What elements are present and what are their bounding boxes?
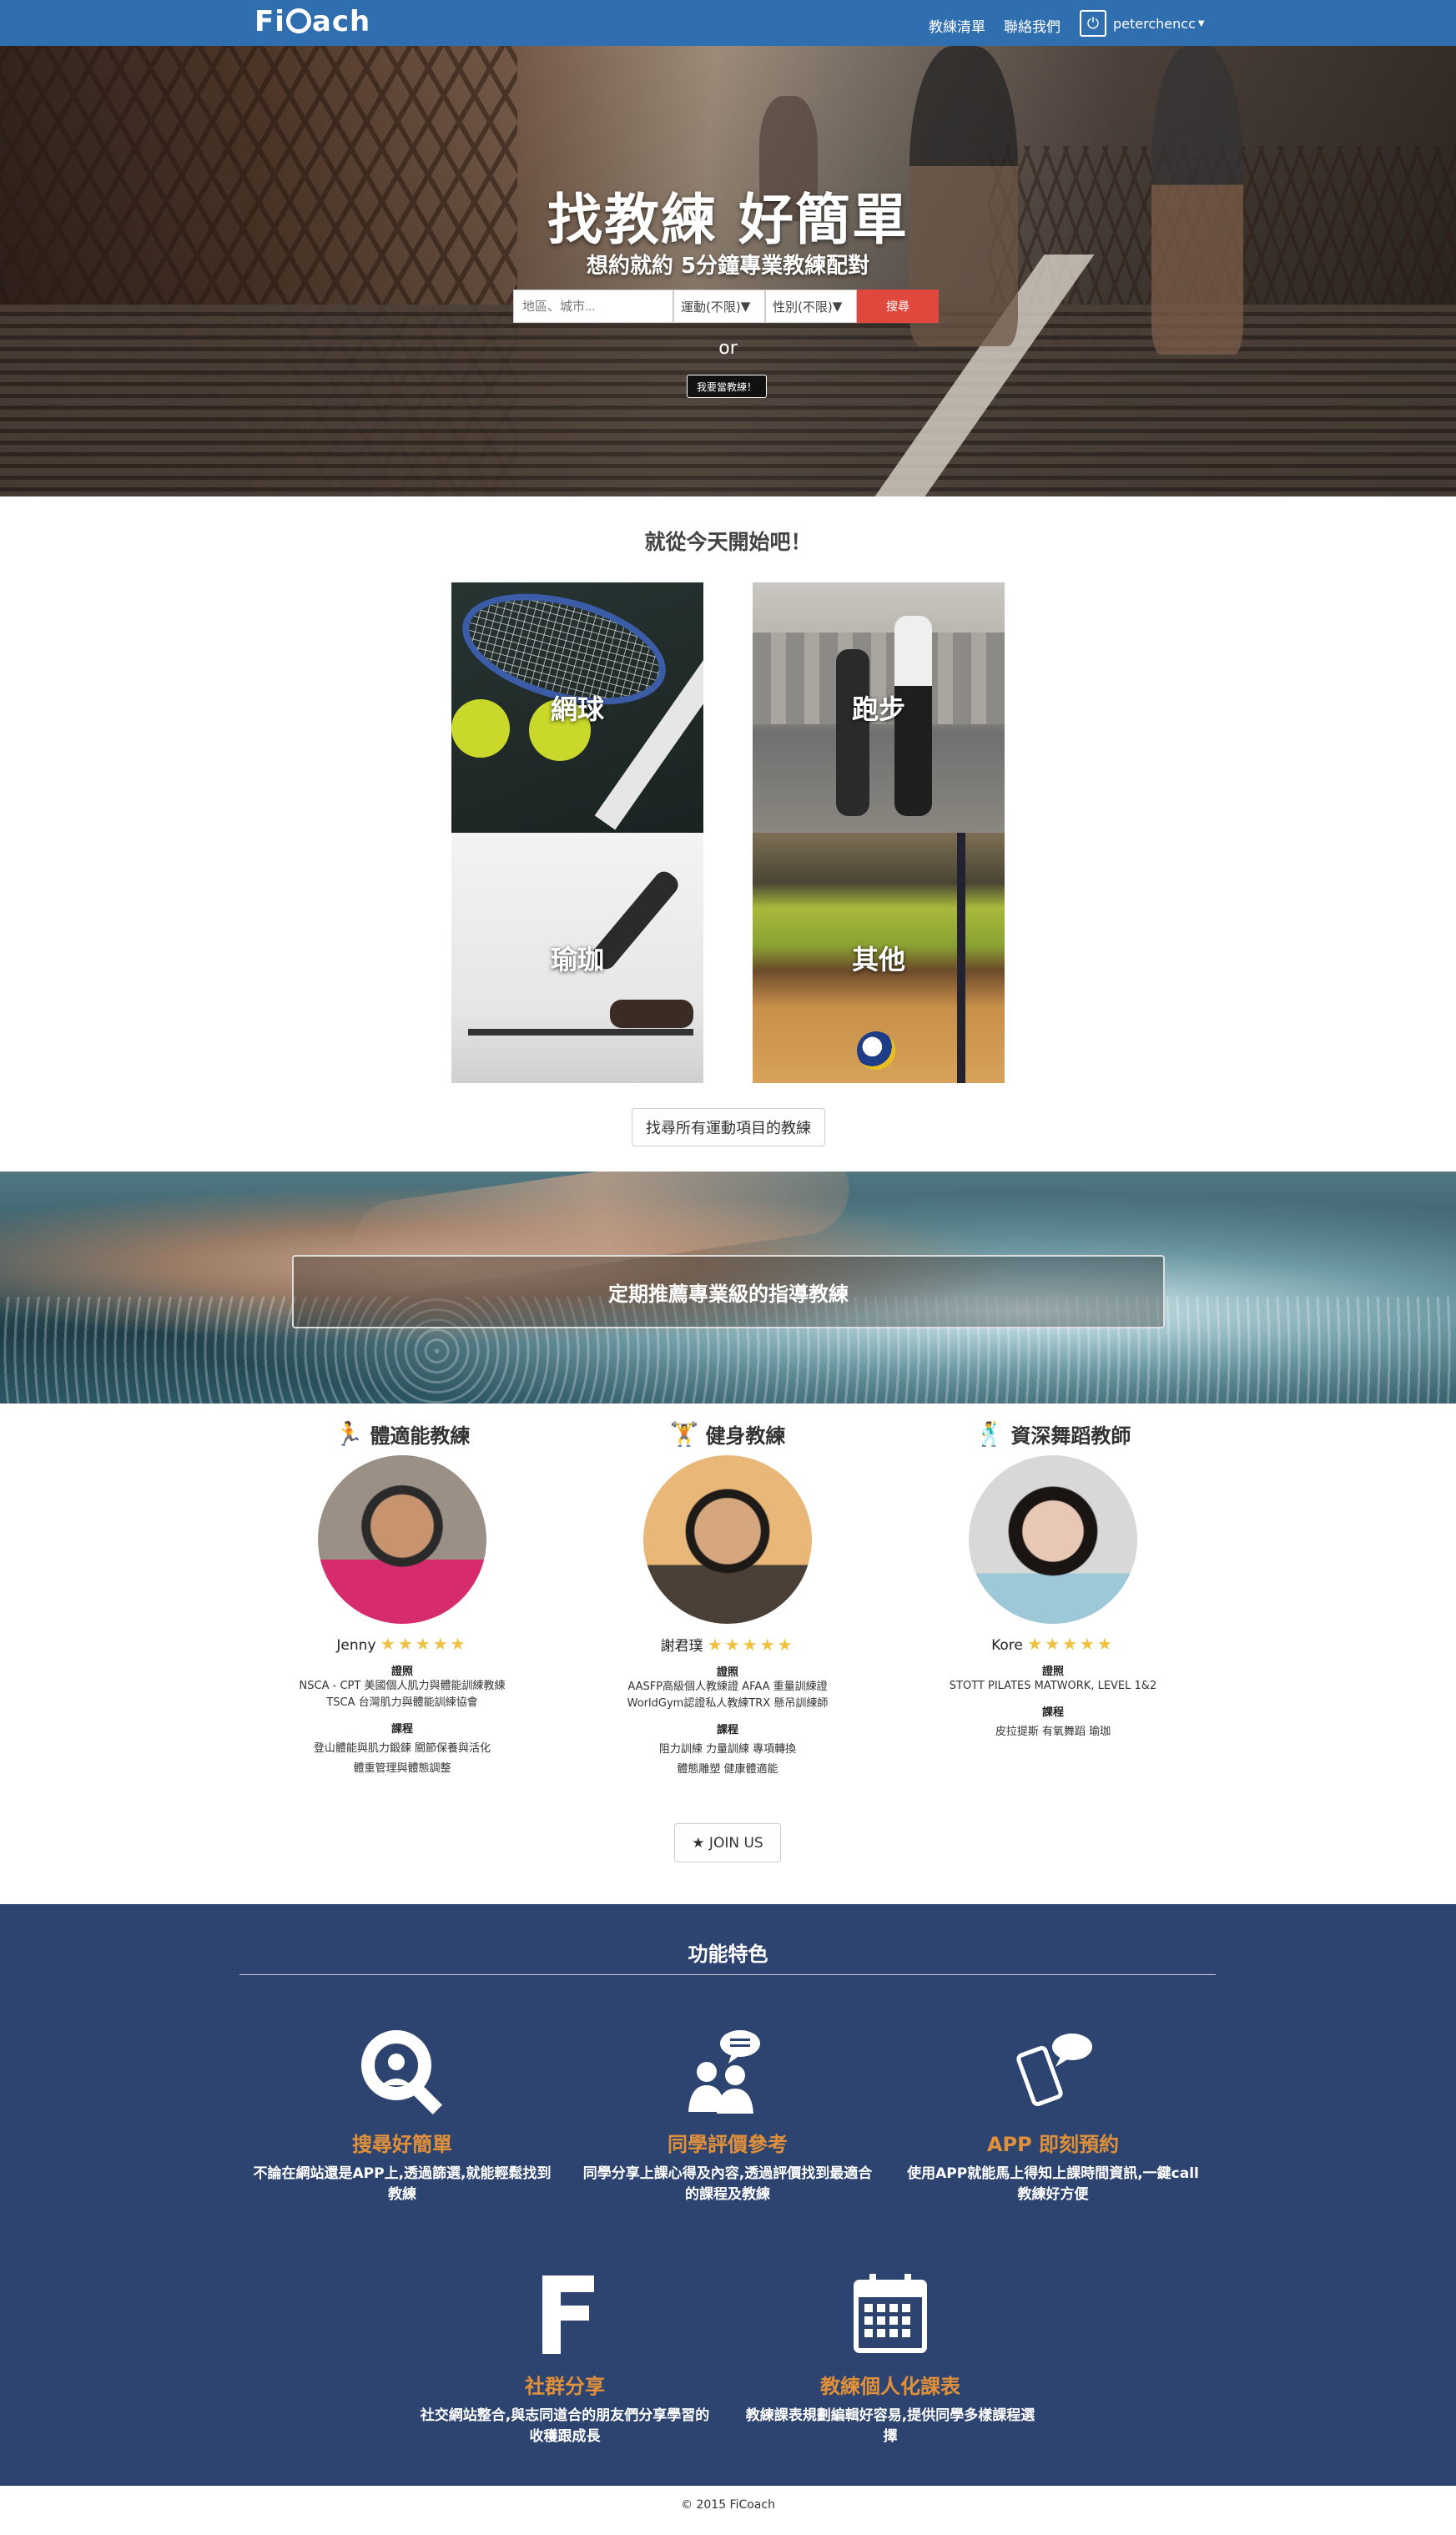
search-pin-icon: [361, 2030, 442, 2114]
rating-stars: ★★★★★: [707, 1635, 795, 1655]
features-section: 功能特色 搜尋好簡單 不論在網站還是APP上,透過篩選,就能輕鬆找到教練 同學評…: [0, 1904, 1456, 2486]
course-label: 課程: [1041, 1706, 1064, 1719]
coach-card-xie[interactable]: 🏋 健身教練 謝君璞 ★★★★★ 證照 AASFP高級個人教練證 AFAA 重量訓…: [552, 1417, 903, 1778]
feature-desc: 教練課表規劃編輯好容易,提供同學多樣課程選擇: [745, 2407, 1035, 2445]
user-menu[interactable]: ⏻ peterchencc ▼: [1080, 10, 1205, 37]
nav-link-coach-list[interactable]: 教練清單: [929, 15, 985, 36]
cert-label: 證照: [390, 1666, 413, 1678]
power-icon: ⏻: [1080, 10, 1106, 37]
feature-title: 同學評價參考: [668, 2133, 788, 2156]
feature-desc: 同學分享上課心得及內容,透過評價找到最適合的課程及教練: [582, 2165, 873, 2203]
ficoach-logo[interactable]: Fi ach: [254, 5, 370, 38]
gender-select[interactable]: 性別(不限) ▼: [765, 290, 857, 323]
sport-select[interactable]: 運動(不限) ▼: [673, 290, 765, 323]
course-label: 課程: [390, 1723, 413, 1736]
coach-name: 謝君璞: [660, 1638, 703, 1655]
feature-schedule: 教練個人化課表 教練課表規劃編輯好容易,提供同學多樣課程選擇: [740, 2263, 1040, 2447]
hero-section: 找教練 好簡單 想約就約 5分鐘專業教練配對 運動(不限)▼ 性別(不限)▼ 搜…: [0, 46, 1456, 496]
feature-app: APP 即刻預約 使用APP就能馬上得知上課時間資訊,一鍵call教練好方便: [903, 2021, 1203, 2205]
cert-line: AASFP高級個人教練證 AFAA 重量訓練證: [627, 1681, 828, 1693]
feature-title: 搜尋好簡單: [352, 2133, 452, 2156]
course-line: 阻力訓練 力量訓練 專項轉換: [658, 1743, 797, 1756]
username: peterchencc: [1113, 15, 1196, 32]
cert-line: WorldGym認證私人教練TRX 懸吊訓練師: [627, 1697, 829, 1710]
recommend-coaches-banner: 定期推薦專業級的指導教練: [292, 1255, 1165, 1328]
feature-desc: 使用APP就能馬上得知上課時間資訊,一鍵call教練好方便: [907, 2165, 1199, 2203]
weightlifter-icon: 🏋: [669, 1419, 699, 1448]
coach-card-kore[interactable]: 🕺 資深舞蹈教師 Kore ★★★★★ 證照 STOTT PILATES MATW…: [878, 1417, 1228, 1741]
cert-line: STOTT PILATES MATWORK, LEVEL 1&2: [949, 1680, 1157, 1692]
tile-label: 瑜珈: [550, 944, 604, 975]
hero-subtitle: 想約就約 5分鐘專業教練配對: [586, 254, 870, 279]
avatar: [318, 1455, 486, 1624]
coach-category: 健身教練: [705, 1424, 786, 1448]
start-section-title: 就從今天開始吧！: [644, 530, 812, 554]
logo-q-icon: [285, 8, 311, 33]
footer-copyright: © 2015 FiCoach: [681, 2498, 775, 2512]
avatar: [643, 1455, 812, 1624]
course-line: 登山體能與肌力鍛鍊 關節保養與活化: [313, 1742, 491, 1755]
course-line: 體態雕塑 健康體適能: [677, 1763, 778, 1776]
join-us-button[interactable]: ★ JOIN US: [674, 1823, 781, 1862]
features-divider: [239, 1974, 1216, 1975]
phone-chat-icon: [1016, 2034, 1092, 2107]
calendar-icon: [854, 2274, 927, 2353]
sport-tile-yoga[interactable]: 瑜珈: [451, 833, 703, 1083]
sport-tile-other[interactable]: 其他: [753, 833, 1005, 1083]
feature-title: 社群分享: [525, 2375, 605, 2398]
top-navbar: Fi ach 教練清單 聯絡我們 ⏻ peterchencc ▼: [0, 0, 1456, 46]
tile-label: 跑步: [851, 693, 905, 725]
rating-stars: ★★★★★: [380, 1634, 468, 1654]
feature-reviews: 同學評價參考 同學分享上課心得及內容,透過評價找到最適合的課程及教練: [577, 2021, 878, 2205]
feature-desc: 不論在網站還是APP上,透過篩選,就能輕鬆找到教練: [253, 2165, 552, 2203]
coach-category: 體適能教練: [370, 1424, 471, 1448]
course-line: 皮拉提斯 有氧舞蹈 瑜珈: [995, 1726, 1111, 1738]
become-coach-button[interactable]: 我要當教練！: [687, 375, 767, 398]
search-bar: 運動(不限)▼ 性別(不限)▼ 搜尋: [513, 290, 939, 323]
tile-label: 其他: [851, 944, 905, 975]
facebook-icon: [542, 2275, 594, 2354]
course-line: 體重管理與體態調整: [353, 1762, 451, 1775]
features-title: 功能特色: [688, 1943, 768, 1966]
or-divider: or: [718, 338, 738, 359]
feature-social: 社群分享 社交網站整合,與志同道合的朋友們分享學習的收穫跟成長: [415, 2263, 715, 2447]
feature-title: APP 即刻預約: [986, 2133, 1120, 2156]
sport-tile-running[interactable]: 跑步: [753, 582, 1005, 833]
caret-down-icon: ▼: [1197, 18, 1205, 28]
cert-line: TSCA 台灣肌力與體能訓練協會: [326, 1696, 478, 1709]
coach-name: Kore: [991, 1637, 1023, 1654]
avatar: [969, 1455, 1137, 1624]
nav-link-contact[interactable]: 聯絡我們: [1004, 15, 1061, 36]
dancer-icon: 🕺: [975, 1419, 1005, 1448]
sport-tile-tennis[interactable]: 網球: [451, 582, 703, 833]
cert-label: 證照: [1041, 1666, 1064, 1678]
coach-name: Jenny: [336, 1637, 376, 1654]
find-all-sports-button[interactable]: 找尋所有運動項目的教練: [632, 1108, 825, 1147]
search-button[interactable]: 搜尋: [857, 290, 939, 323]
rating-stars: ★★★★★: [1027, 1634, 1115, 1654]
feature-desc: 社交網站整合,與志同道合的朋友們分享學習的收穫跟成長: [420, 2407, 710, 2445]
hero-title: 找教練 好簡單: [547, 188, 909, 252]
feature-search: 搜尋好簡單 不論在網站還是APP上,透過篩選,就能輕鬆找到教練: [252, 2021, 552, 2205]
tile-label: 網球: [550, 693, 604, 725]
runner-icon: 🏃: [334, 1419, 364, 1448]
swimmer-banner: 定期推薦專業級的指導教練: [0, 1172, 1456, 1404]
dropdown-arrow-icon: ▼: [740, 299, 751, 314]
feature-title: 教練個人化課表: [820, 2375, 960, 2398]
coach-card-jenny[interactable]: 🏃 體適能教練 Jenny ★★★★★ 證照 NSCA - CPT 美國個人肌力與…: [227, 1417, 577, 1777]
course-label: 課程: [716, 1724, 738, 1736]
location-search-input[interactable]: [513, 290, 673, 323]
coach-category: 資深舞蹈教師: [1010, 1424, 1131, 1448]
cert-line: NSCA - CPT 美國個人肌力與體能訓練教練: [299, 1680, 506, 1692]
community-chat-icon: [688, 2030, 760, 2114]
cert-label: 證照: [716, 1666, 738, 1679]
dropdown-arrow-icon: ▼: [832, 299, 843, 314]
